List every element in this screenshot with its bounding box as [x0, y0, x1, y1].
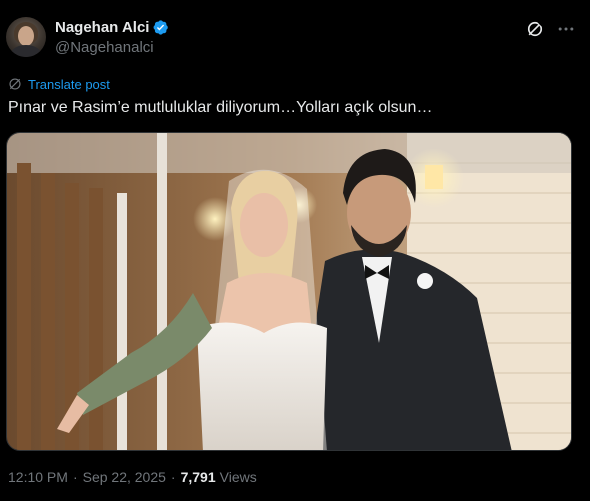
translate-post-link[interactable]: Translate post: [8, 75, 110, 93]
avatar[interactable]: [6, 17, 46, 57]
views-count: 7,791: [180, 469, 216, 485]
tweet: Nagehan Alci @Nagehanalci Translate post…: [0, 0, 590, 501]
tweet-text: Pınar ve Rasim’e mutluluklar diliyorum…Y…: [8, 99, 433, 116]
tweet-time[interactable]: 12:10 PM: [8, 469, 68, 485]
tweet-media-photo[interactable]: [6, 132, 572, 451]
meta-separator: ·: [170, 469, 176, 485]
views-label: Views: [219, 469, 257, 485]
tweet-date[interactable]: Sep 22, 2025: [83, 469, 166, 485]
verified-badge-icon: [154, 19, 169, 35]
globe-icon: [9, 78, 21, 90]
tweet-meta: 12:10 PM · Sep 22, 2025 · 7,791 Views: [8, 469, 257, 485]
more-icon[interactable]: [556, 19, 576, 39]
author-display-name[interactable]: Nagehan Alci: [55, 19, 149, 36]
translate-post-label: Translate post: [28, 76, 110, 92]
wedding-photo: [7, 133, 571, 450]
author-handle[interactable]: @Nagehanalci: [55, 39, 154, 56]
author-name-row: Nagehan Alci: [55, 17, 169, 37]
grok-icon[interactable]: [525, 19, 545, 39]
meta-separator: ·: [72, 469, 78, 485]
